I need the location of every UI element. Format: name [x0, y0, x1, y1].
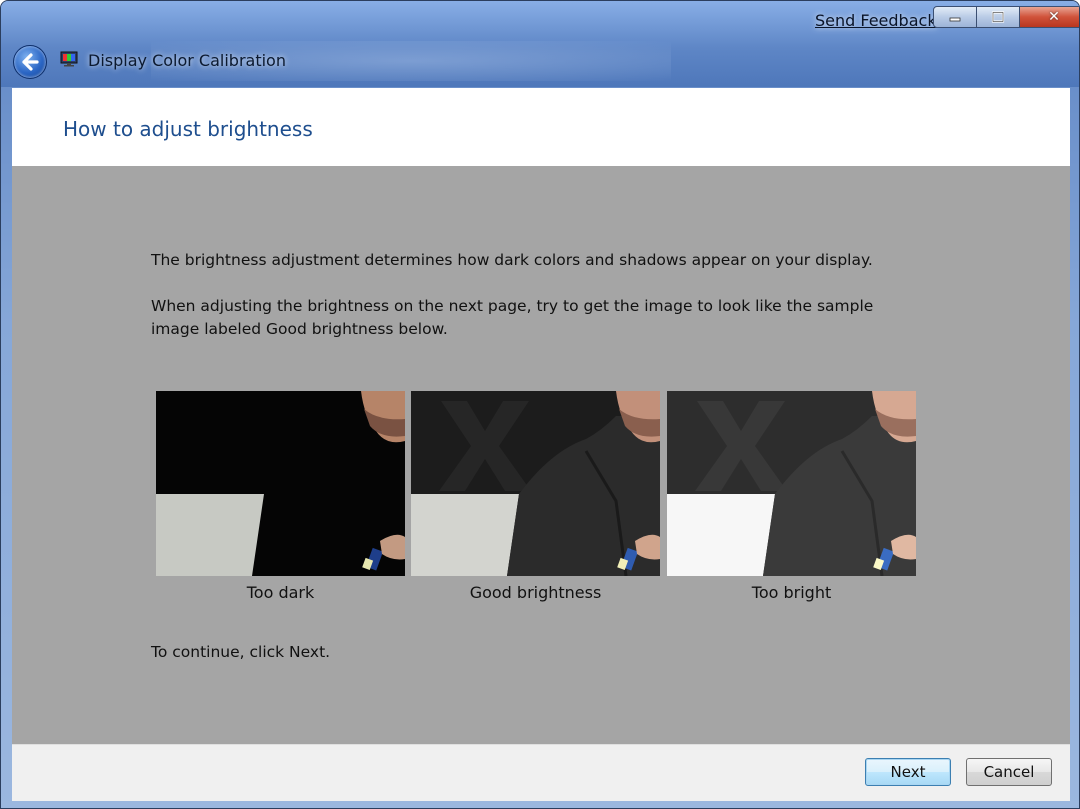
- page-header: How to adjust brightness: [12, 88, 1070, 166]
- sample-image-good-brightness: [411, 391, 660, 576]
- send-feedback-link[interactable]: Send Feedback: [815, 11, 937, 30]
- maximize-icon: [991, 11, 1005, 23]
- sample-image-too-bright: [667, 391, 916, 576]
- display-calibration-icon: [60, 51, 78, 67]
- instruction-text-line2: image labeled Good brightness below.: [151, 320, 448, 338]
- cancel-button-label: Cancel: [983, 763, 1035, 781]
- page-title: How to adjust brightness: [63, 117, 313, 141]
- continue-text: To continue, click Next.: [151, 643, 331, 661]
- cancel-button[interactable]: Cancel: [966, 758, 1052, 786]
- minimize-icon: [949, 17, 961, 22]
- window-title: Display Color Calibration: [88, 51, 286, 70]
- sample-label-good-brightness: Good brightness: [469, 583, 602, 602]
- sample-image-too-dark: [156, 391, 405, 576]
- calibration-window: Display Color Calibration Send Feedback …: [0, 0, 1080, 809]
- back-button[interactable]: [13, 45, 47, 79]
- next-button-label: Next: [890, 763, 926, 781]
- intro-text: The brightness adjustment determines how…: [151, 251, 873, 269]
- back-arrow-icon: [22, 53, 39, 71]
- button-bar: Next Cancel: [12, 744, 1070, 801]
- content-area: The brightness adjustment determines how…: [12, 166, 1070, 744]
- minimize-button[interactable]: [933, 6, 977, 28]
- next-button[interactable]: Next: [865, 758, 951, 786]
- maximize-button[interactable]: [977, 6, 1020, 28]
- sample-label-too-dark: Too dark: [246, 583, 315, 602]
- close-button[interactable]: ✕: [1020, 6, 1079, 28]
- window-controls: ✕: [933, 6, 1079, 28]
- instruction-text-line1: When adjusting the brightness on the nex…: [151, 297, 874, 315]
- close-icon: ✕: [1048, 9, 1060, 25]
- sample-label-too-bright: Too bright: [751, 583, 832, 602]
